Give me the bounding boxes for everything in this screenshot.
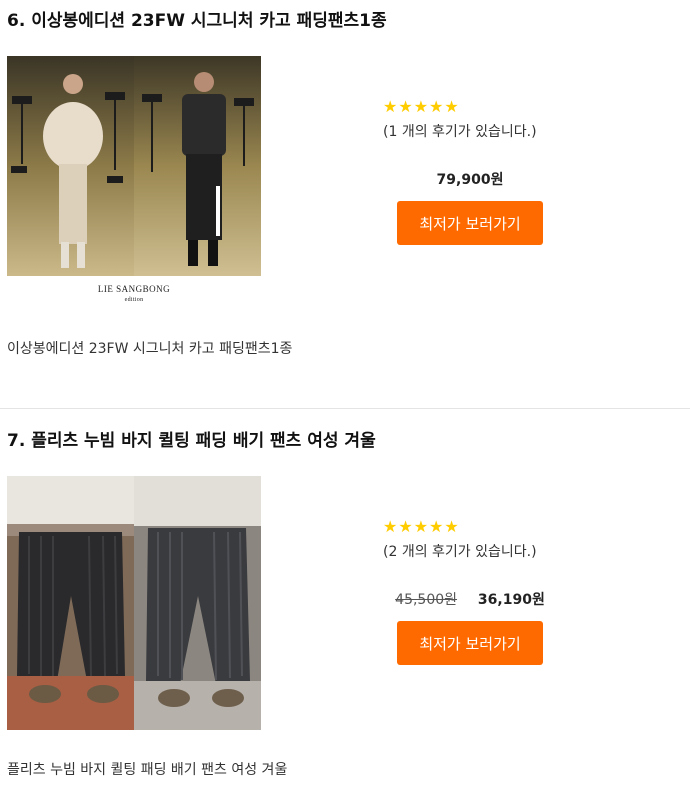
product-title: 6. 이상봉에디션 23FW 시그니처 카고 패딩팬츠1종: [7, 11, 387, 31]
product-photo-right: [134, 476, 261, 730]
product-title: 7. 플리츠 누빔 바지 퀼팅 패딩 배기 팬츠 여성 겨울: [7, 431, 376, 451]
original-price: 45,500원: [395, 592, 458, 608]
product-description: 플리츠 누빔 바지 퀼팅 패딩 배기 팬츠 여성 겨울: [7, 762, 288, 778]
product-photo-left: [7, 476, 134, 730]
product-info: ★★★★★ (2 개의 후기가 있습니다.) 45,500원 36,190원 최…: [370, 517, 570, 665]
rating-stars: ★★★★★: [383, 517, 460, 536]
price-row: 79,900원: [370, 169, 570, 189]
product-image[interactable]: [7, 476, 261, 730]
sale-price: 36,190원: [477, 592, 545, 608]
product-image[interactable]: LIE SANGBONG edition: [7, 56, 261, 308]
review-count: (2 개의 후기가 있습니다.): [383, 544, 537, 560]
product-card: 6. 이상봉에디션 23FW 시그니처 카고 패딩팬츠1종 LIE SANGBO…: [0, 0, 690, 409]
sale-price: 79,900원: [436, 172, 504, 188]
product-description: 이상봉에디션 23FW 시그니처 카고 패딩팬츠1종: [7, 341, 293, 357]
lowest-price-button[interactable]: 최저가 보러가기: [397, 201, 543, 245]
lowest-price-button[interactable]: 최저가 보러가기: [397, 621, 543, 665]
brand-logo: LIE SANGBONG edition: [97, 284, 171, 303]
product-photo-right: [134, 56, 261, 276]
product-info: ★★★★★ (1 개의 후기가 있습니다.) 79,900원 최저가 보러가기: [370, 97, 570, 245]
review-count: (1 개의 후기가 있습니다.): [383, 124, 537, 140]
product-card: 7. 플리츠 누빔 바지 퀼팅 패딩 배기 팬츠 여성 겨울 ★★★★★ (2 …: [0, 409, 690, 799]
product-photo-left: [7, 56, 134, 276]
rating-stars: ★★★★★: [383, 97, 460, 116]
price-row: 45,500원 36,190원: [370, 589, 570, 609]
